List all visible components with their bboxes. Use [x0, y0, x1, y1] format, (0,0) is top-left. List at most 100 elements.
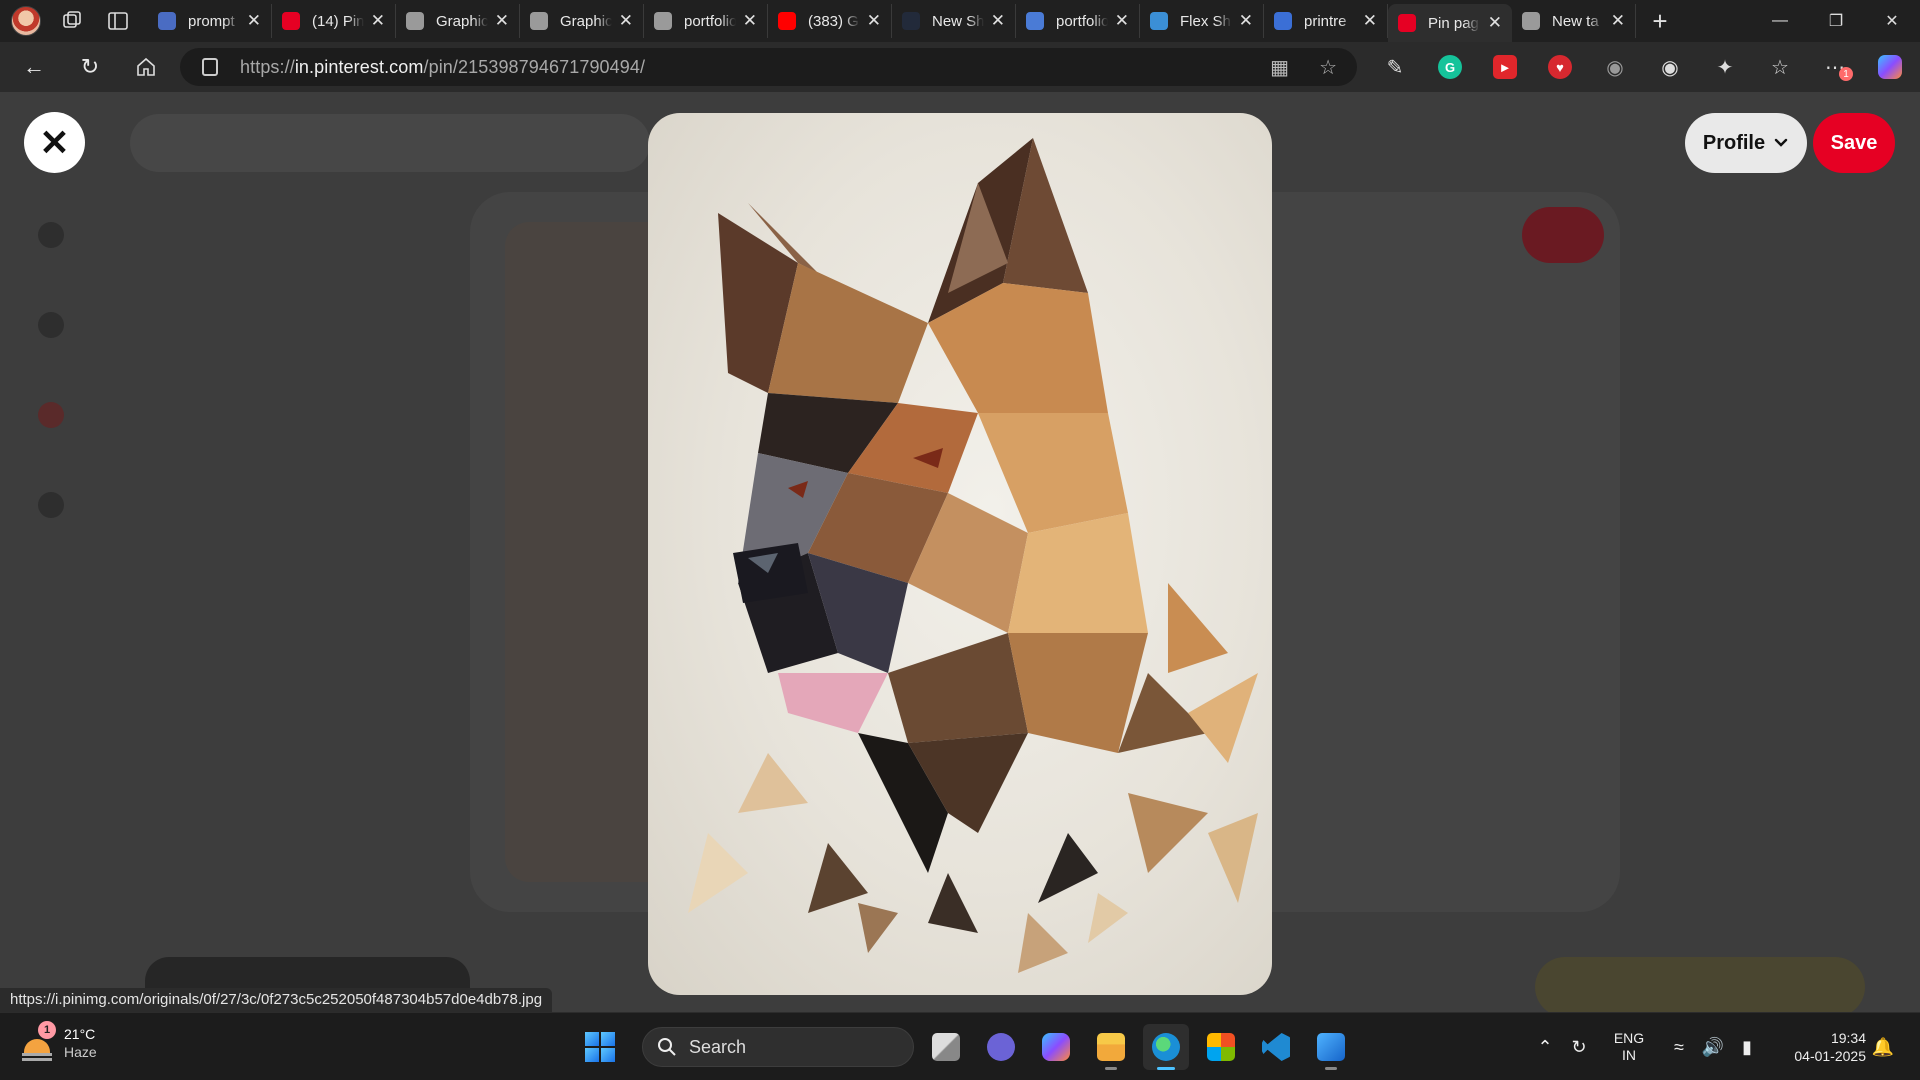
- task-view-icon: [932, 1033, 960, 1061]
- date: 04-01-2025: [1794, 1048, 1866, 1064]
- tab-close-icon[interactable]: ✕: [495, 11, 509, 31]
- adblock-extension[interactable]: ♥: [1540, 49, 1580, 85]
- grammarly-extension[interactable]: G: [1430, 49, 1470, 85]
- youtube-icon: [778, 12, 796, 30]
- tab-close-icon[interactable]: ✕: [1488, 13, 1502, 33]
- browser-tab-strip: prompt ✕ (14) Pin ✕ Graphic ✕ Graphic ✕ portfoli…: [0, 0, 1920, 42]
- copilot-icon: [1042, 1033, 1070, 1061]
- start-button[interactable]: [580, 1027, 620, 1067]
- browser-tab[interactable]: portfolio ✕: [644, 4, 768, 38]
- tab-close-icon[interactable]: ✕: [371, 11, 385, 31]
- browser-tab[interactable]: Pin pag ✕: [1388, 4, 1512, 42]
- browser-tab[interactable]: New ta ✕: [1512, 4, 1636, 38]
- globe-icon: [530, 12, 548, 30]
- clock[interactable]: 19:34 04-01-2025: [1776, 1029, 1866, 1065]
- show-hidden-icons[interactable]: ⌃: [1528, 1037, 1562, 1058]
- save-button[interactable]: Save: [1813, 113, 1895, 173]
- ghost-save-button: [1522, 207, 1604, 263]
- tab-title: prompt: [188, 12, 235, 30]
- extensions-button[interactable]: ✦: [1705, 49, 1745, 85]
- browser-tab[interactable]: (383) G ✕: [768, 4, 892, 38]
- minimize-button[interactable]: —: [1752, 0, 1808, 42]
- wifi-icon[interactable]: ≈: [1662, 1037, 1696, 1058]
- weather-widget[interactable]: 1 21°C Haze: [22, 1021, 97, 1061]
- mouse-icon: ◉: [1606, 56, 1624, 79]
- refresh-button[interactable]: ↻: [68, 49, 112, 85]
- tab-close-icon[interactable]: ✕: [619, 11, 633, 31]
- taskbar-center: Search: [580, 1023, 1354, 1071]
- ghost-sidebar-icon: [38, 492, 64, 518]
- window-controls: — ❐ ✕: [1752, 0, 1920, 42]
- tab-close-icon[interactable]: ✕: [1115, 11, 1129, 31]
- address-bar[interactable]: https://in.pinterest.com/pin/21539879467…: [180, 48, 1357, 86]
- pinterest-icon: [1398, 14, 1416, 32]
- app-available-icon[interactable]: ▦: [1270, 55, 1289, 80]
- taskbar-search[interactable]: Search: [642, 1027, 914, 1067]
- notifications-icon[interactable]: 🔔: [1866, 1037, 1900, 1058]
- battery-icon[interactable]: ▮: [1730, 1037, 1764, 1058]
- browser-tab[interactable]: Graphic ✕: [396, 4, 520, 38]
- meet-app[interactable]: [978, 1024, 1024, 1070]
- edge-app[interactable]: [1143, 1024, 1189, 1070]
- vertical-tabs-icon: [108, 12, 128, 30]
- visibility-extension[interactable]: ◉: [1650, 49, 1690, 85]
- tab-close-icon[interactable]: ✕: [1239, 11, 1253, 31]
- copilot-app[interactable]: [1033, 1024, 1079, 1070]
- restore-button[interactable]: ❐: [1808, 0, 1864, 42]
- close-window-button[interactable]: ✕: [1864, 0, 1920, 42]
- browser-tab[interactable]: New Sh ✕: [892, 4, 1016, 38]
- settings-more-button[interactable]: ⋯ 1: [1815, 49, 1855, 85]
- home-button[interactable]: [124, 49, 168, 85]
- tab-close-icon[interactable]: ✕: [867, 11, 881, 31]
- new-tab-button[interactable]: +: [1640, 4, 1680, 38]
- lowpoly-dog-illustration: [688, 138, 1258, 973]
- tab-close-icon[interactable]: ✕: [743, 11, 757, 31]
- close-closeup-button[interactable]: ✕: [24, 112, 85, 173]
- browser-tab[interactable]: printre ✕: [1264, 4, 1388, 38]
- language-indicator[interactable]: ENG IN: [1604, 1030, 1654, 1064]
- browser-tab[interactable]: prompt ✕: [148, 4, 272, 38]
- browser-tab[interactable]: Graphic ✕: [520, 4, 644, 38]
- mouse-extension[interactable]: ◉: [1595, 49, 1635, 85]
- windows-taskbar: 1 21°C Haze Search ⌃ ↻ ENG IN ≈ 🔊 ▮ 19:3…: [0, 1012, 1920, 1080]
- ghost-sidebar-icon: [38, 312, 64, 338]
- photos-app[interactable]: [1308, 1024, 1354, 1070]
- volume-icon[interactable]: 🔊: [1696, 1037, 1730, 1058]
- favorite-star-icon[interactable]: ☆: [1319, 55, 1337, 80]
- file-explorer-app[interactable]: [1088, 1024, 1134, 1070]
- tab-close-icon[interactable]: ✕: [1363, 11, 1377, 31]
- edge-icon: [1152, 1033, 1180, 1061]
- copilot-icon: [1878, 55, 1902, 79]
- tab-list: prompt ✕ (14) Pin ✕ Graphic ✕ Graphic ✕ portfoli…: [148, 0, 1636, 42]
- sync-icon[interactable]: ↻: [1562, 1037, 1596, 1058]
- color-picker-extension[interactable]: ✎: [1375, 49, 1415, 85]
- tab-close-icon[interactable]: ✕: [1611, 11, 1625, 31]
- browser-tab[interactable]: portfolio ✕: [1016, 4, 1140, 38]
- home-icon: [137, 57, 155, 76]
- grammarly-icon: G: [1438, 55, 1462, 79]
- back-button[interactable]: ←: [12, 49, 56, 85]
- browser-tab[interactable]: (14) Pin ✕: [272, 4, 396, 38]
- profile-avatar[interactable]: [6, 4, 46, 38]
- video-extension[interactable]: ►: [1485, 49, 1525, 85]
- lock-icon: [202, 58, 218, 76]
- profile-dropdown-button[interactable]: Profile: [1685, 113, 1807, 173]
- browser-tab[interactable]: Flex Sh ✕: [1140, 4, 1264, 38]
- dog-head: [718, 138, 1148, 873]
- task-view-button[interactable]: [923, 1024, 969, 1070]
- vscode-app[interactable]: [1253, 1024, 1299, 1070]
- pin-image[interactable]: [648, 113, 1272, 995]
- profile-label: Profile: [1702, 131, 1766, 154]
- tab-title: (383) G: [808, 12, 859, 30]
- save-label: Save: [1830, 131, 1878, 154]
- favorites-button[interactable]: ☆: [1760, 49, 1800, 85]
- copilot-button[interactable]: [1870, 49, 1910, 85]
- folder-icon: [1097, 1033, 1125, 1061]
- ghost-card: [1535, 957, 1865, 1012]
- refresh-icon: ↻: [80, 54, 100, 79]
- tab-close-icon[interactable]: ✕: [247, 11, 261, 31]
- vertical-tabs-button[interactable]: [98, 4, 138, 38]
- workspaces-button[interactable]: [52, 4, 92, 38]
- store-app[interactable]: [1198, 1024, 1244, 1070]
- tab-close-icon[interactable]: ✕: [991, 11, 1005, 31]
